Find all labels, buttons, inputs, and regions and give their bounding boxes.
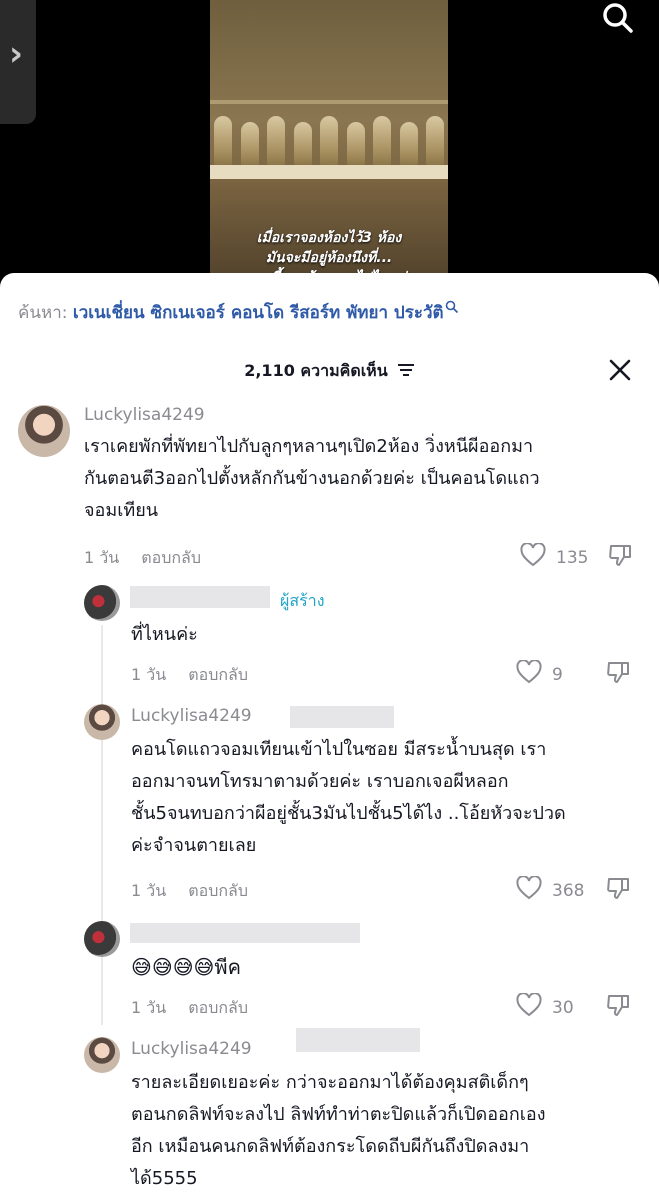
reply-button[interactable]: ตอบกลับ <box>188 998 248 1017</box>
reply-button[interactable]: ตอบกลับ <box>188 881 248 900</box>
dislike-icon[interactable] <box>606 993 632 1023</box>
chevron-right-icon: › <box>9 34 24 74</box>
heart-icon <box>516 659 552 689</box>
creator-badge: ผู้สร้าง <box>280 591 325 610</box>
reply-text: คอนโดแถวจอมเทียนเข้าไปในซอย มีสระน้ำบนสุ… <box>131 739 566 856</box>
like-count: 135 <box>556 547 589 568</box>
comment-username[interactable]: Luckylisa4249 <box>84 405 205 425</box>
side-panel-toggle[interactable]: › <box>0 0 36 124</box>
like-count: 368 <box>552 880 585 901</box>
blurred-username <box>130 923 360 943</box>
reply-text: รายละเอียดเยอะค่ะ กว่าจะออกมาได้ต้องคุมส… <box>131 1072 546 1189</box>
filter-icon[interactable] <box>397 362 415 381</box>
search-query-link[interactable]: เวเนเชี่ยน ซิกเนเจอร์ คอนโด รีสอร์ท พัทย… <box>73 303 444 323</box>
blurred-reply-target <box>296 1028 420 1052</box>
comment-meta: 1 วัน ตอบกลับ <box>84 546 201 571</box>
comment-count: 2,110 ความคิดเห็น <box>244 361 388 380</box>
search-icon <box>445 299 459 319</box>
reply-username[interactable]: Luckylisa4249 <box>131 1039 252 1059</box>
like-button[interactable]: 135 <box>520 542 589 572</box>
shelf-top <box>210 100 448 104</box>
reply-text: 😅😅😅😅พีค <box>131 955 241 979</box>
close-icon[interactable] <box>608 358 632 382</box>
dislike-icon[interactable] <box>606 660 632 690</box>
dislike-icon[interactable] <box>608 543 634 573</box>
reply-meta: 1 วัน ตอบกลับ <box>131 663 248 688</box>
comments-sheet: ค้นหา: เวเนเชี่ยน ซิกเนเจอร์ คอนโด รีสอร… <box>0 273 659 1200</box>
blurred-reply-target <box>290 706 394 728</box>
reply-text: ที่ไหนค่ะ <box>131 624 198 645</box>
comment-text: เราเคยพักที่พัทยาไปกับลูกๆหลานๆเปิด2ห้อง… <box>84 436 540 521</box>
heart-icon <box>516 992 552 1022</box>
like-button[interactable]: 9 <box>516 659 563 689</box>
heart-icon <box>520 542 556 572</box>
like-count: 9 <box>552 664 563 685</box>
video-player[interactable]: เมื่อเราจองห้องไว้3 ห้อง มันจะมีอยู่ห้อง… <box>210 0 448 300</box>
avatar[interactable] <box>84 1037 120 1073</box>
comment-time: 1 วัน <box>84 548 120 567</box>
thread-line <box>101 625 103 1025</box>
shelf <box>210 165 448 179</box>
search-label: ค้นหา: <box>18 303 68 323</box>
like-button[interactable]: 368 <box>516 875 585 905</box>
search-icon[interactable] <box>598 0 638 38</box>
comments-header: 2,110 ความคิดเห็น <box>0 359 659 385</box>
avatar[interactable] <box>18 405 70 457</box>
avatar[interactable] <box>84 921 120 957</box>
reply-time: 1 วัน <box>131 665 167 684</box>
heart-icon <box>516 875 552 905</box>
avatar[interactable] <box>84 704 120 740</box>
avatar[interactable] <box>84 585 120 621</box>
reply-meta: 1 วัน ตอบกลับ <box>131 996 248 1021</box>
like-button[interactable]: 30 <box>516 992 574 1022</box>
reply-time: 1 วัน <box>131 998 167 1017</box>
reply-button[interactable]: ตอบกลับ <box>141 548 201 567</box>
dislike-icon[interactable] <box>606 876 632 906</box>
related-search[interactable]: ค้นหา: เวเนเชี่ยน ซิกเนเจอร์ คอนโด รีสอร… <box>18 299 459 326</box>
blurred-username <box>130 586 270 608</box>
reply-username[interactable]: Luckylisa4249 <box>131 706 252 726</box>
reply-meta: 1 วัน ตอบกลับ <box>131 879 248 904</box>
like-count: 30 <box>552 997 574 1018</box>
reply-time: 1 วัน <box>131 881 167 900</box>
statue-row <box>214 108 444 166</box>
reply-button[interactable]: ตอบกลับ <box>188 665 248 684</box>
